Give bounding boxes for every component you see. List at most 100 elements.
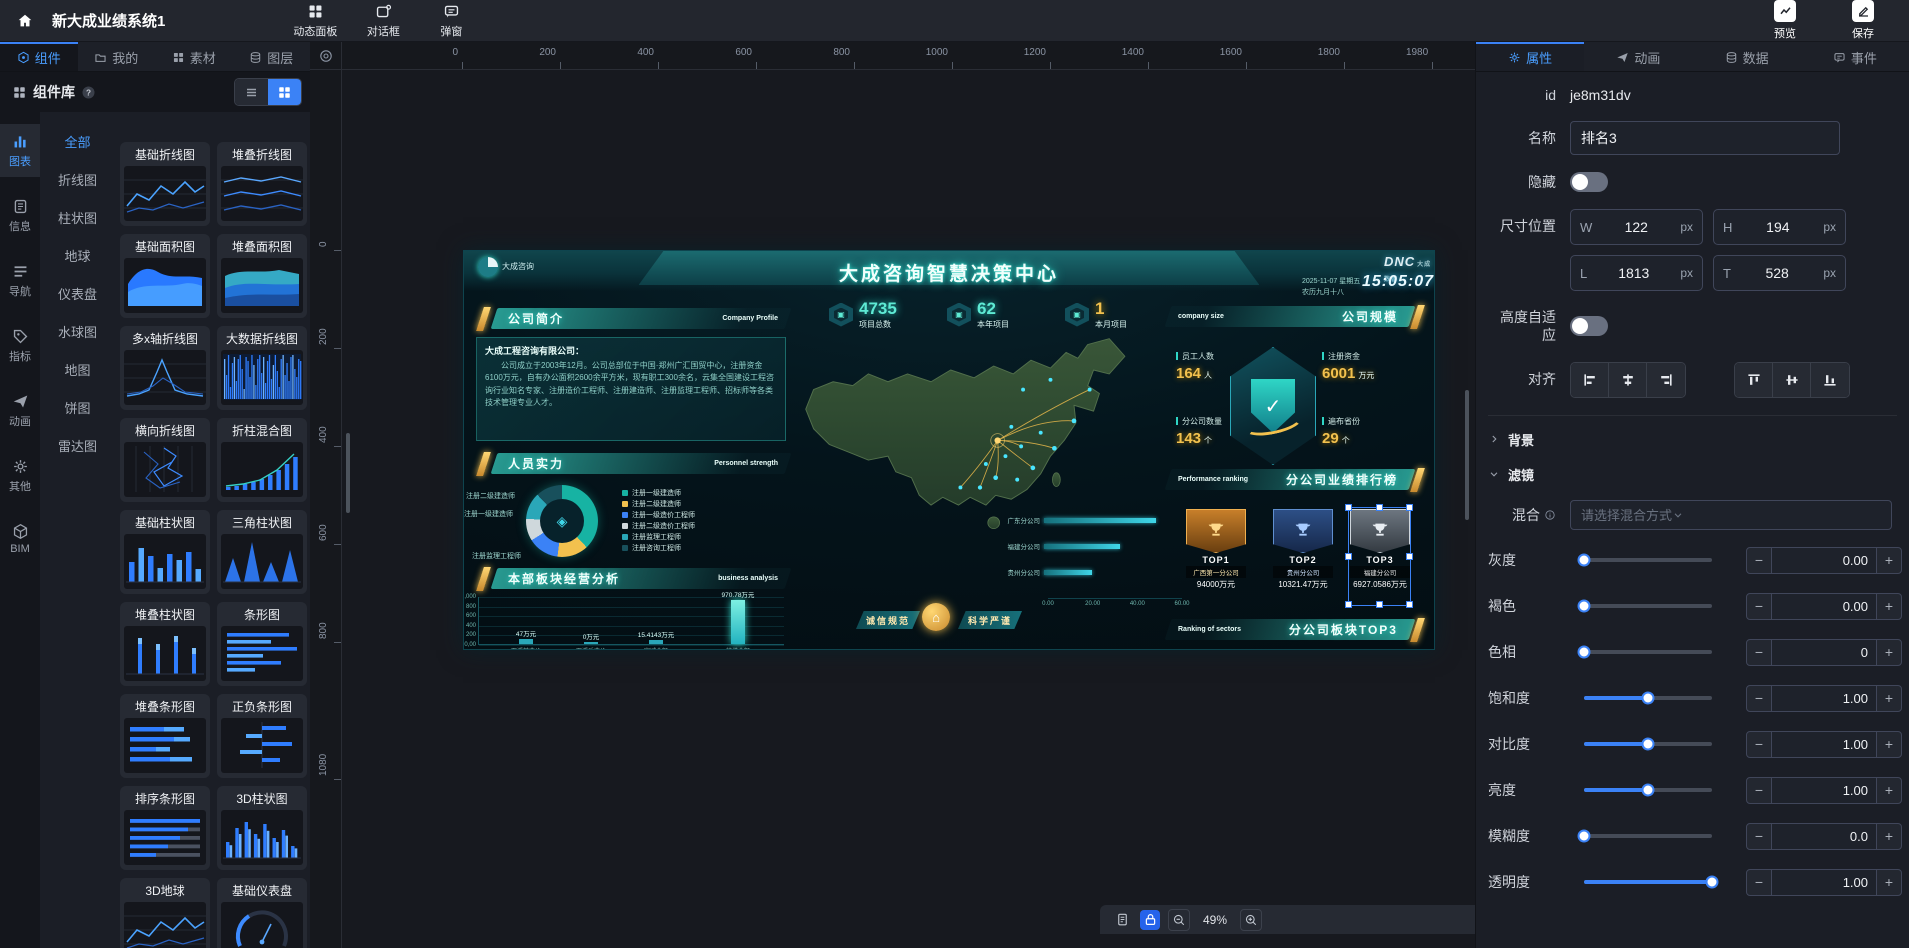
- saturate-slider[interactable]: [1584, 696, 1712, 700]
- component-card-3D柱状图[interactable]: 3D柱状图: [217, 786, 307, 870]
- component-card-堆叠面积图[interactable]: 堆叠面积图: [217, 234, 307, 318]
- grid-view-button[interactable]: [268, 79, 301, 105]
- canvas-scrollbar-left[interactable]: [346, 433, 350, 513]
- ranking-card-TOP2[interactable]: TOP2贵州分公司10321.47万元: [1273, 509, 1333, 590]
- selection-handle[interactable]: [1376, 601, 1383, 608]
- inspector-tab-动画[interactable]: 动画: [1584, 42, 1692, 71]
- category-饼图[interactable]: 饼图: [40, 388, 115, 426]
- brightness-decrement-button[interactable]: −: [1746, 777, 1772, 804]
- component-card-堆叠柱状图[interactable]: 堆叠柱状图: [120, 602, 210, 686]
- selection-handle[interactable]: [1345, 504, 1352, 511]
- lock-icon[interactable]: [1140, 910, 1160, 930]
- component-card-多x轴折线图[interactable]: 多x轴折线图: [120, 326, 210, 410]
- opacity-decrement-button[interactable]: −: [1746, 869, 1772, 896]
- grayscale-decrement-button[interactable]: −: [1746, 547, 1772, 574]
- hide-toggle[interactable]: [1570, 172, 1608, 192]
- sepia-increment-button[interactable]: +: [1876, 593, 1902, 620]
- slider-knob[interactable]: [1578, 646, 1591, 659]
- category-折线图[interactable]: 折线图: [40, 160, 115, 198]
- tab-图层[interactable]: 图层: [233, 42, 311, 71]
- opacity-value[interactable]: 1.00: [1772, 869, 1876, 896]
- opacity-slider[interactable]: [1584, 880, 1712, 884]
- brightness-slider[interactable]: [1584, 788, 1712, 792]
- brightness-value[interactable]: 1.00: [1772, 777, 1876, 804]
- category-水球图[interactable]: 水球图: [40, 312, 115, 350]
- blend-select[interactable]: 请选择混合方式: [1570, 500, 1892, 530]
- nav-导航[interactable]: 导航: [0, 254, 40, 307]
- toolbar-dialog[interactable]: 对话框: [353, 3, 413, 39]
- selection-handle[interactable]: [1345, 601, 1352, 608]
- name-input[interactable]: 排名3: [1570, 121, 1840, 155]
- component-card-条形图[interactable]: 条形图: [217, 602, 307, 686]
- background-section[interactable]: 背景: [1488, 430, 1905, 449]
- blur-decrement-button[interactable]: −: [1746, 823, 1772, 850]
- align-top-button[interactable]: [1735, 363, 1773, 397]
- tab-素材[interactable]: 素材: [155, 42, 233, 71]
- sepia-decrement-button[interactable]: −: [1746, 593, 1772, 620]
- slider-knob[interactable]: [1578, 600, 1591, 613]
- hue-increment-button[interactable]: +: [1876, 639, 1902, 666]
- hue-slider[interactable]: [1584, 650, 1712, 654]
- nav-信息[interactable]: 信息: [0, 189, 40, 242]
- slider-knob[interactable]: [1642, 738, 1655, 751]
- category-地图[interactable]: 地图: [40, 350, 115, 388]
- blur-increment-button[interactable]: +: [1876, 823, 1902, 850]
- align-center-h-button[interactable]: [1609, 363, 1647, 397]
- component-card-基础柱状图[interactable]: 基础柱状图: [120, 510, 210, 594]
- component-card-横向折线图[interactable]: 横向折线图: [120, 418, 210, 502]
- slider-knob[interactable]: [1578, 830, 1591, 843]
- zoom-out-button[interactable]: [1168, 909, 1190, 931]
- component-card-正负条形图[interactable]: 正负条形图: [217, 694, 307, 778]
- home-icon[interactable]: [10, 6, 40, 36]
- eye-icon[interactable]: [318, 48, 334, 64]
- save-button[interactable]: 保存: [1831, 0, 1895, 41]
- saturate-decrement-button[interactable]: −: [1746, 685, 1772, 712]
- slider-knob[interactable]: [1642, 784, 1655, 797]
- inspector-tab-事件[interactable]: 事件: [1801, 42, 1909, 71]
- canvas[interactable]: 大成咨询 大成咨询智慧决策中心 DNC大成数智 2025-11-07 星期五农历…: [342, 70, 1475, 948]
- grayscale-increment-button[interactable]: +: [1876, 547, 1902, 574]
- component-card-折柱混合图[interactable]: 折柱混合图: [217, 418, 307, 502]
- blur-value[interactable]: 0.0: [1772, 823, 1876, 850]
- grayscale-value[interactable]: 0.00: [1772, 547, 1876, 574]
- canvas-scrollbar-right[interactable]: [1465, 390, 1469, 520]
- dashboard-artboard[interactable]: 大成咨询 大成咨询智慧决策中心 DNC大成数智 2025-11-07 星期五农历…: [463, 250, 1435, 650]
- align-right-button[interactable]: [1647, 363, 1685, 397]
- contrast-slider[interactable]: [1584, 742, 1712, 746]
- selection-handle[interactable]: [1376, 504, 1383, 511]
- page-settings-icon[interactable]: [1112, 910, 1132, 930]
- tab-我的[interactable]: 我的: [78, 42, 156, 71]
- saturate-value[interactable]: 1.00: [1772, 685, 1876, 712]
- sepia-slider[interactable]: [1584, 604, 1712, 608]
- align-left-button[interactable]: [1571, 363, 1609, 397]
- sepia-value[interactable]: 0.00: [1772, 593, 1876, 620]
- selection-handle[interactable]: [1345, 553, 1352, 560]
- grayscale-slider[interactable]: [1584, 558, 1712, 562]
- inspector-tab-属性[interactable]: 属性: [1476, 42, 1584, 71]
- align-bottom-button[interactable]: [1811, 363, 1849, 397]
- hue-decrement-button[interactable]: −: [1746, 639, 1772, 666]
- filter-section[interactable]: 滤镜: [1488, 465, 1905, 484]
- dim-input-T[interactable]: T528px: [1713, 255, 1846, 291]
- nav-其他[interactable]: 其他: [0, 449, 40, 502]
- slider-knob[interactable]: [1578, 554, 1591, 567]
- tab-组件[interactable]: 组件: [0, 42, 78, 71]
- category-地球[interactable]: 地球: [40, 236, 115, 274]
- toolbar-popup[interactable]: 弹窗: [421, 3, 481, 39]
- nav-图表[interactable]: 图表: [0, 124, 40, 177]
- nav-指标[interactable]: 指标: [0, 319, 40, 372]
- component-card-排序条形图[interactable]: 排序条形图: [120, 786, 210, 870]
- dim-input-H[interactable]: H194px: [1713, 209, 1846, 245]
- category-全部[interactable]: 全部: [40, 122, 115, 160]
- blur-slider[interactable]: [1584, 834, 1712, 838]
- component-card-堆叠折线图[interactable]: 堆叠折线图: [217, 142, 307, 226]
- component-card-堆叠条形图[interactable]: 堆叠条形图: [120, 694, 210, 778]
- slider-knob[interactable]: [1706, 876, 1719, 889]
- selection-box[interactable]: [1348, 507, 1411, 606]
- contrast-value[interactable]: 1.00: [1772, 731, 1876, 758]
- toolbar-grid[interactable]: 动态面板: [285, 3, 345, 39]
- category-仪表盘[interactable]: 仪表盘: [40, 274, 115, 312]
- align-middle-v-button[interactable]: [1773, 363, 1811, 397]
- category-雷达图[interactable]: 雷达图: [40, 426, 115, 464]
- inspector-tab-数据[interactable]: 数据: [1693, 42, 1801, 71]
